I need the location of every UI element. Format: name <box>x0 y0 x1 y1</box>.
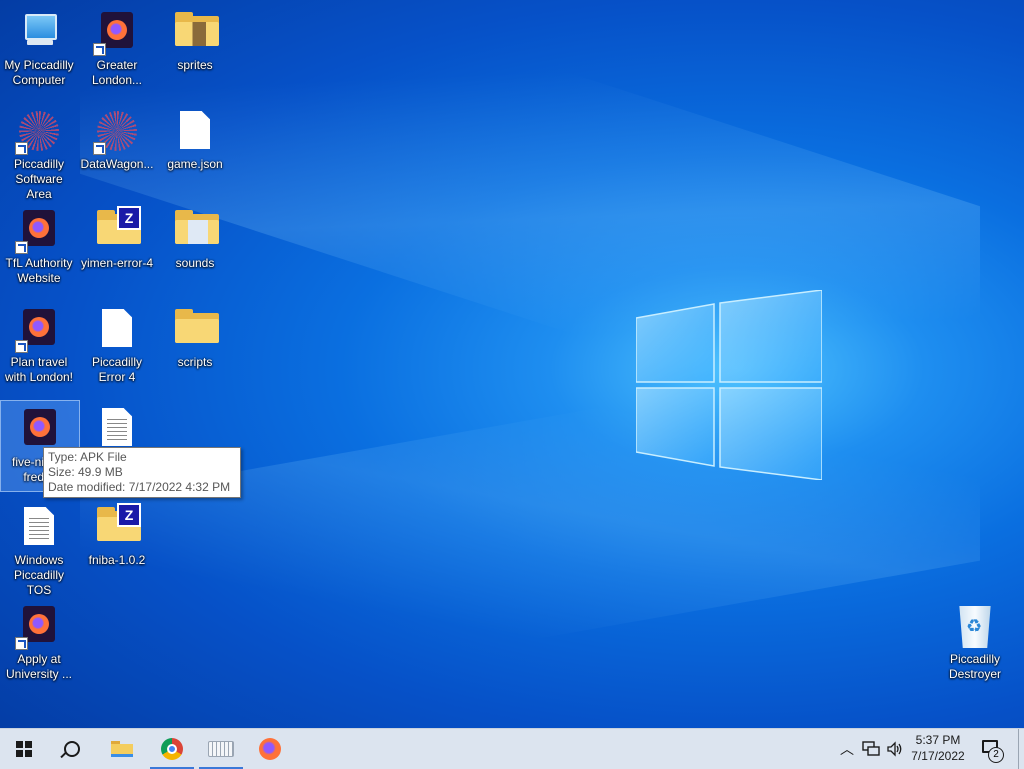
desktop-icon-windows-tos[interactable]: Windows Piccadilly TOS <box>0 499 78 598</box>
icon-label: fniba-1.0.2 <box>88 553 146 567</box>
shortcut-arrow-icon <box>15 142 28 155</box>
desktop-icon-my-computer[interactable]: My Piccadilly Computer <box>0 4 78 88</box>
taskbar: ︿ 5:37 PM 7/17/2022 2 <box>0 728 1024 769</box>
icon-label: Piccadilly Error 4 <box>91 355 142 384</box>
search-button[interactable] <box>48 729 96 769</box>
firefox-icon <box>24 409 56 445</box>
document-icon <box>102 309 132 347</box>
network-button[interactable] <box>860 729 882 769</box>
shortcut-arrow-icon <box>93 43 106 56</box>
windows-logo-wallpaper <box>636 290 822 480</box>
file-info-tooltip: Type: APK File Size: 49.9 MB Date modifi… <box>43 447 241 498</box>
document-icon <box>180 111 210 149</box>
text-document-icon <box>24 507 54 545</box>
taskbar-file-explorer[interactable] <box>98 729 146 769</box>
keyboard-icon <box>208 741 234 757</box>
icon-label: scripts <box>177 355 213 369</box>
wallpaper-light-beam <box>80 340 980 720</box>
chrome-icon <box>161 738 183 760</box>
network-icon <box>862 741 880 756</box>
taskbar-clock[interactable]: 5:37 PM 7/17/2022 <box>902 732 974 764</box>
tooltip-type: Type: APK File <box>48 450 127 464</box>
taskbar-on-screen-keyboard[interactable] <box>197 729 245 769</box>
tooltip-size: Size: 49.9 MB <box>48 465 123 479</box>
show-desktop-button[interactable] <box>1018 729 1024 769</box>
icon-label: TfL Authority Website <box>5 256 73 285</box>
desktop-icon-datawagon[interactable]: DataWagon... <box>78 103 156 172</box>
computer-icon <box>21 12 57 48</box>
desktop-icon-apply-university[interactable]: Apply at University ... <box>0 598 78 682</box>
shortcut-arrow-icon <box>15 340 28 353</box>
desktop-icon-tfl-website[interactable]: TfL Authority Website <box>0 202 78 286</box>
desktop-icon-scripts[interactable]: scripts <box>156 301 234 370</box>
start-button[interactable] <box>0 729 48 769</box>
icon-label: DataWagon... <box>80 157 154 171</box>
chevron-up-icon: ︿ <box>840 741 854 757</box>
icon-label: sprites <box>177 58 213 72</box>
file-explorer-icon <box>111 741 133 757</box>
icon-label: game.json <box>167 157 223 171</box>
icon-label: Windows Piccadilly TOS <box>13 553 64 597</box>
desktop-icon-sounds[interactable]: sounds <box>156 202 234 271</box>
folder-icon <box>175 210 219 244</box>
icon-label: Piccadilly Destroyer <box>948 652 1001 681</box>
desktop-icon-greater-london[interactable]: Greater London... <box>78 4 156 88</box>
desktop-icon-piccadilly-error-4[interactable]: Piccadilly Error 4 <box>78 301 156 385</box>
search-icon <box>64 741 80 757</box>
icon-label: sounds <box>175 256 215 270</box>
desktop-icon-yimen-error-4[interactable]: Z yimen-error-4 <box>78 202 156 271</box>
taskbar-chrome[interactable] <box>148 729 196 769</box>
tooltip-date-modified: Date modified: 7/17/2022 4:32 PM <box>48 480 231 494</box>
icon-label: Apply at University ... <box>5 652 72 681</box>
text-document-icon <box>102 408 132 446</box>
desktop-icon-plan-travel[interactable]: Plan travel with London! <box>0 301 78 385</box>
desktop-icon-fniba[interactable]: Z fniba-1.0.2 <box>78 499 156 568</box>
clock-time: 5:37 PM <box>915 733 961 747</box>
taskbar-firefox[interactable] <box>246 729 294 769</box>
shortcut-arrow-icon <box>15 241 28 254</box>
icon-label: My Piccadilly Computer <box>4 58 74 87</box>
icon-label: yimen-error-4 <box>80 256 153 270</box>
desktop-icon-game-json[interactable]: game.json <box>156 103 234 172</box>
shortcut-arrow-icon <box>93 142 106 155</box>
firefox-icon <box>259 738 281 760</box>
icon-label: Greater London... <box>91 58 143 87</box>
action-center-button[interactable]: 2 <box>978 737 1006 763</box>
desktop-icon-text-file[interactable] <box>78 400 156 454</box>
desktop-icon-software-area[interactable]: Piccadilly Software Area <box>0 103 78 202</box>
clock-date: 7/17/2022 <box>911 749 965 763</box>
shortcut-arrow-icon <box>15 637 28 650</box>
zip-folder-icon: Z <box>97 503 141 541</box>
desktop-icon-sprites[interactable]: sprites <box>156 4 234 73</box>
desktop-icon-recycle-bin[interactable]: Piccadilly Destroyer <box>936 598 1014 682</box>
icon-label: Plan travel with London! <box>4 355 74 384</box>
folder-icon <box>175 309 219 343</box>
show-hidden-icons-button[interactable]: ︿ <box>836 729 858 769</box>
windows-start-icon <box>16 741 32 757</box>
zip-folder-icon: Z <box>97 206 141 244</box>
folder-icon <box>175 12 219 46</box>
recycle-bin-icon <box>959 606 991 648</box>
notification-count: 2 <box>988 747 1004 763</box>
icon-label: Piccadilly Software Area <box>13 157 64 201</box>
